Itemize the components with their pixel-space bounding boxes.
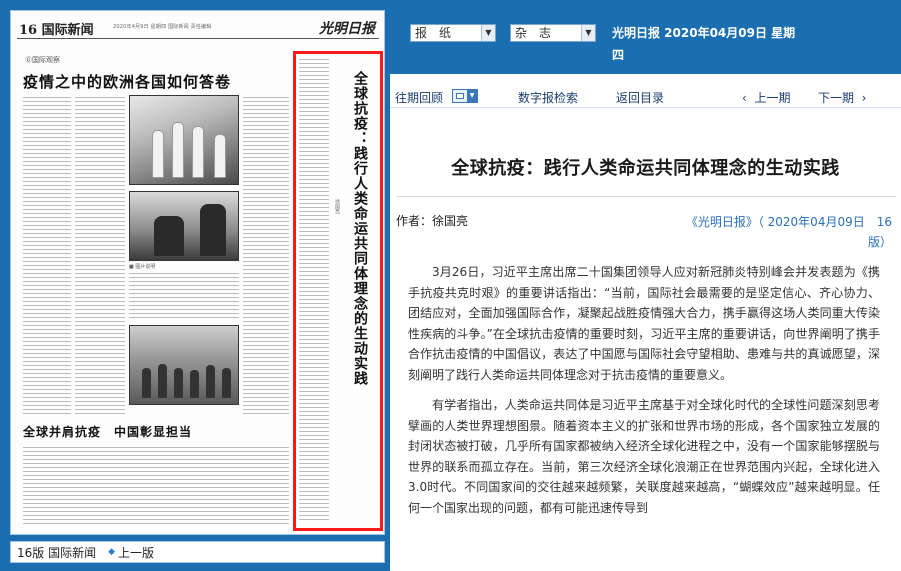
chevron-right-icon: › — [861, 91, 867, 105]
prev-issue-link[interactable]: ‹ 上一期 — [742, 89, 790, 106]
paper-photo-caption: ■ 图片说明 — [129, 264, 156, 270]
diamond-icon: ◆ — [108, 547, 116, 557]
return-toc-link[interactable]: 返回目录 — [616, 89, 664, 106]
page-nav-bar: 16版 国际新闻 ◆ 上一版 — [10, 541, 385, 563]
paper-text-column[interactable] — [243, 97, 289, 417]
article-title: 全球抗疫：践行人类命运共同体理念的生动实践 — [451, 158, 840, 179]
magazine-select[interactable]: 杂 志 ▼ — [510, 24, 596, 42]
paper-photo-checkpoint[interactable] — [129, 191, 239, 261]
paper-text-column[interactable] — [75, 97, 125, 417]
paper-photo-group[interactable] — [129, 325, 239, 405]
newspaper-page-panel: 16 国际新闻 2020年4月9日 星期四 国际新闻 责任编辑 光明日报 Ⓖ国际… — [0, 0, 390, 571]
top-bar: 报 纸 ▼ 杂 志 ▼ 光明日报 2020年04月09日 星期四 — [390, 0, 901, 74]
paper-text-column[interactable] — [299, 59, 329, 523]
past-issues-link[interactable]: 往期回顾 — [395, 89, 443, 106]
prev-page-link[interactable]: 上一版 — [118, 544, 154, 561]
article-author: 作者：徐国亮 — [396, 214, 469, 228]
paper-photo-street[interactable] — [129, 95, 239, 185]
paper-date-meta: 2020年4月9日 星期四 国际新闻 责任编辑 — [113, 24, 212, 30]
current-page-label: 16版 国际新闻 — [17, 545, 97, 560]
chevron-left-icon: ‹ — [742, 91, 747, 105]
paper-vertical-title: 全球抗疫：践行人类命运共同体理念的生动实践 — [352, 71, 368, 386]
chevron-down-icon[interactable]: ▼ — [481, 25, 495, 41]
article-paragraph: 有学者指出，人类命运共同体是习近平主席基于对全球化时代的全球性问题深刻思考擘画的… — [408, 398, 880, 515]
newspaper-page-image[interactable]: 16 国际新闻 2020年4月9日 星期四 国际新闻 责任编辑 光明日报 Ⓖ国际… — [10, 10, 385, 535]
newspaper-select[interactable]: 报 纸 ▼ — [410, 24, 496, 42]
calendar-icon[interactable]: ▼ — [452, 89, 478, 103]
article-body: 3月26日，习近平主席出席二十国集团领导人应对新冠肺炎特别峰会并发表题为《携手抗… — [408, 262, 880, 528]
next-issue-link[interactable]: 下一期 › — [818, 89, 866, 106]
paper-headline[interactable]: 疫情之中的欧洲各国如何答卷 — [23, 71, 231, 92]
paper-secondary-headline[interactable]: 全球并肩抗疫 中国彰显担当 — [23, 423, 192, 440]
issue-nav-bar: 往期回顾 ▼ 数字报检索 返回目录 ‹ 上一期 下一期 › — [390, 86, 901, 108]
issue-info: 光明日报 2020年04月09日 星期四 — [612, 26, 796, 62]
divider — [396, 196, 896, 197]
article-panel: 报 纸 ▼ 杂 志 ▼ 光明日报 2020年04月09日 星期四 往期回顾 ▼ … — [390, 0, 901, 571]
paper-text-column[interactable] — [129, 273, 239, 319]
paper-text-column[interactable] — [23, 447, 289, 527]
paper-page-number: 16 国际新闻 — [19, 23, 94, 38]
paper-text-column[interactable] — [23, 97, 71, 417]
article-source[interactable]: 《光明日报》（ 2020年04月09日 16版） — [672, 212, 892, 252]
paper-page-header: 16 国际新闻 2020年4月9日 星期四 国际新闻 责任编辑 光明日报 — [17, 17, 379, 39]
paper-kicker: Ⓖ国际观察 — [25, 56, 60, 64]
digital-search-link[interactable]: 数字报检索 — [518, 89, 578, 106]
chevron-down-icon[interactable]: ▼ — [581, 25, 595, 41]
article-paragraph: 3月26日，习近平主席出席二十国集团领导人应对新冠肺炎特别峰会并发表题为《携手抗… — [408, 265, 880, 382]
paper-logo: 光明日报 — [319, 21, 375, 37]
paper-vertical-author: 徐国亮 — [334, 199, 340, 214]
